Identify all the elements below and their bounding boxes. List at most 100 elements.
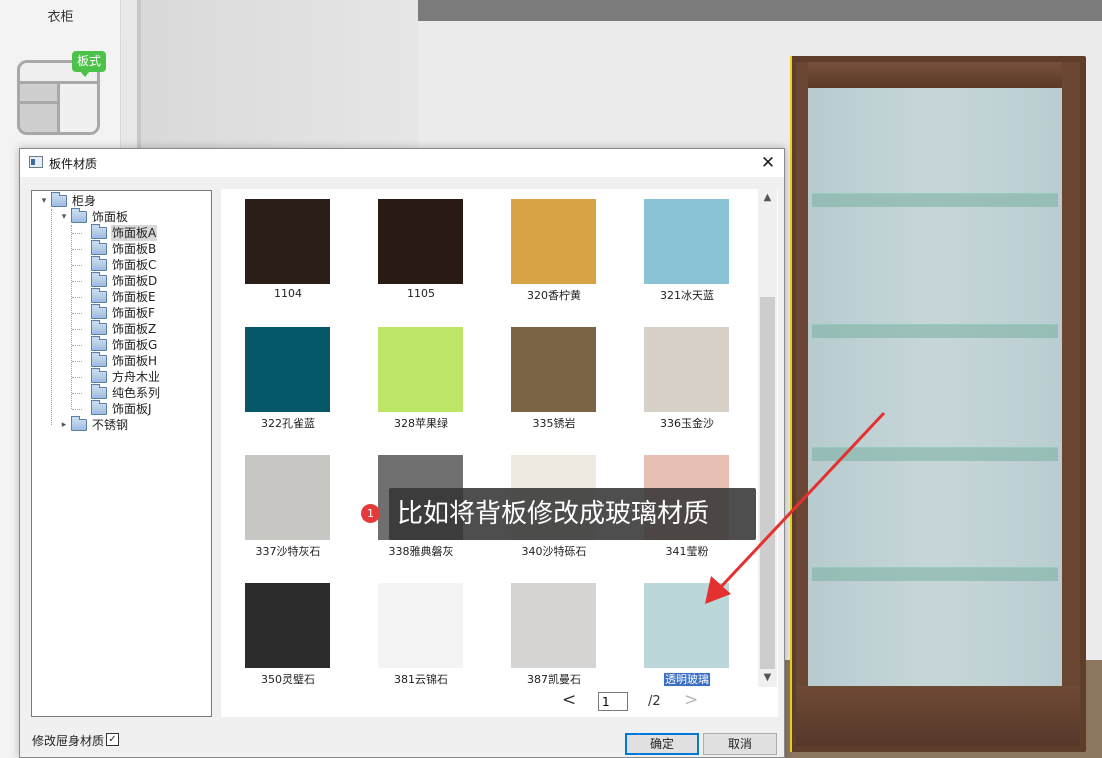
cabinet-shelf	[812, 447, 1058, 461]
material-item[interactable]: 321冰天蓝	[632, 189, 742, 303]
tree-item-label: 饰面板A	[111, 225, 158, 241]
tree-connector	[72, 345, 82, 346]
material-name-text: 335锈岩	[532, 417, 576, 430]
cabinet-shelf	[812, 193, 1058, 207]
material-name: 1104	[233, 287, 343, 300]
material-name: 1105	[366, 287, 476, 300]
material-grid: 1104 1105 320香柠黄 321冰天蓝 322孔雀蓝 328苹果绿 335锈岩 336…	[221, 189, 778, 717]
material-item[interactable]: 387凯曼石	[499, 573, 609, 686]
material-name: 337沙特灰石	[233, 543, 343, 559]
tree-item-label: 方舟木业	[112, 370, 161, 384]
next-page-button[interactable]: >	[684, 690, 702, 710]
material-item[interactable]: 337沙特灰石	[233, 445, 343, 559]
material-name: 340沙特砾石	[499, 543, 609, 559]
tree-item-label: 饰面板	[92, 210, 129, 224]
cabinet-shelf	[812, 324, 1058, 338]
material-swatch	[378, 327, 463, 412]
material-name-text: 338雅典磐灰	[388, 545, 454, 558]
tree-item-label: 饰面板H	[112, 354, 158, 368]
folder-icon	[71, 208, 87, 223]
folder-icon	[91, 240, 107, 255]
material-name-text: 340沙特砾石	[521, 545, 587, 558]
folder-icon	[91, 304, 107, 319]
tree-item-label: 饰面板J	[112, 402, 152, 416]
tree-connector	[72, 329, 82, 330]
page-number-input[interactable]	[598, 692, 628, 711]
folder-icon	[91, 384, 107, 399]
total-pages: /2	[648, 694, 661, 709]
material-name-text: 320香柠黄	[527, 289, 581, 302]
tree-item-label: 饰面板Z	[112, 322, 157, 336]
thumbnail-cell	[60, 81, 97, 132]
material-name-text: 1104	[274, 287, 302, 300]
tree-item-label: 饰面板C	[112, 258, 157, 272]
material-item[interactable]: 350灵璧石	[233, 573, 343, 686]
material-item[interactable]: 1105	[366, 189, 476, 301]
expand-icon[interactable]: ▸	[58, 417, 70, 433]
folder-icon	[51, 192, 67, 207]
folder-icon	[71, 416, 87, 431]
cabinet-shelf	[812, 567, 1058, 581]
ok-button[interactable]: 确定	[625, 733, 699, 755]
material-swatch	[511, 327, 596, 412]
material-name-text: 336玉金沙	[660, 417, 714, 430]
material-item[interactable]: 322孔雀蓝	[233, 317, 343, 431]
material-name-text: 387凯曼石	[527, 673, 581, 686]
material-name: 381云锦石	[366, 671, 476, 687]
material-swatch	[644, 583, 729, 668]
material-category-tree[interactable]: ▾ 柜身 ▾ 饰面板 饰面板A 饰面板B 饰面板C 饰面板D 饰面板E 饰面板F 饰面板Z 饰面板G 饰…	[31, 190, 212, 717]
material-item[interactable]: 328苹果绿	[366, 317, 476, 431]
collapse-icon[interactable]: ▾	[38, 193, 50, 209]
cabinet-left-panel	[796, 62, 808, 746]
material-name: 328苹果绿	[366, 415, 476, 431]
tree-connector	[72, 313, 82, 314]
cancel-button[interactable]: 取消	[703, 733, 777, 755]
material-item[interactable]: 1104	[233, 189, 343, 301]
material-swatch	[245, 199, 330, 284]
material-name-text: 337沙特灰石	[255, 545, 321, 558]
pagination: < /2 >	[552, 690, 752, 712]
tree-item-label: 饰面板E	[112, 290, 156, 304]
folder-icon	[91, 272, 107, 287]
category-title[interactable]: 衣柜	[0, 0, 121, 36]
tree-item-label: 不锈钢	[92, 418, 129, 432]
tree-connector	[72, 265, 82, 266]
thumbnail-cell	[20, 81, 60, 101]
tree-connector	[72, 377, 82, 378]
cabinet-top-panel	[796, 62, 1080, 88]
material-name: 322孔雀蓝	[233, 415, 343, 431]
modify-drawer-material-checkbox[interactable]: ✓	[106, 733, 119, 746]
material-name-text: 透明玻璃	[663, 672, 711, 687]
tree-connector	[72, 281, 82, 282]
material-name-text: 321冰天蓝	[660, 289, 714, 302]
cabinet-base-panel	[796, 686, 1080, 746]
scroll-thumb[interactable]	[760, 297, 775, 669]
material-item[interactable]: 320香柠黄	[499, 189, 609, 302]
close-button[interactable]: ✕	[756, 151, 780, 175]
tree-item-label: 纯色系列	[112, 386, 161, 400]
collapse-icon[interactable]: ▾	[58, 209, 70, 225]
folder-icon	[91, 320, 107, 335]
material-swatch	[644, 199, 729, 284]
material-name-text: 1105	[407, 287, 435, 300]
tree-item-label: 饰面板G	[112, 338, 158, 352]
scroll-up-arrow-icon[interactable]: ▲	[758, 189, 777, 207]
tree-connector	[72, 361, 82, 362]
annotation-tooltip: 比如将背板修改成玻璃材质	[389, 488, 756, 540]
material-swatch	[245, 583, 330, 668]
cabinet-glass-back-panel	[808, 88, 1062, 686]
material-grid-scrollbar[interactable]: ▲ ▼	[758, 189, 777, 687]
tree-connector	[51, 209, 52, 425]
scroll-down-arrow-icon[interactable]: ▼	[758, 669, 777, 687]
prev-page-button[interactable]: <	[562, 690, 580, 710]
dialog-titlebar: 板件材质 ✕	[20, 149, 784, 177]
material-name: 321冰天蓝	[632, 287, 742, 303]
material-item[interactable]: 336玉金沙	[632, 317, 742, 430]
wardrobe-cabinet-model[interactable]	[790, 56, 1086, 752]
material-item[interactable]: 335锈岩	[499, 317, 609, 430]
window-icon	[29, 156, 43, 168]
tree-connector	[71, 225, 72, 409]
material-item[interactable]: 透明玻璃	[632, 573, 742, 687]
material-item[interactable]: 381云锦石	[366, 573, 476, 687]
folder-icon	[91, 400, 107, 415]
